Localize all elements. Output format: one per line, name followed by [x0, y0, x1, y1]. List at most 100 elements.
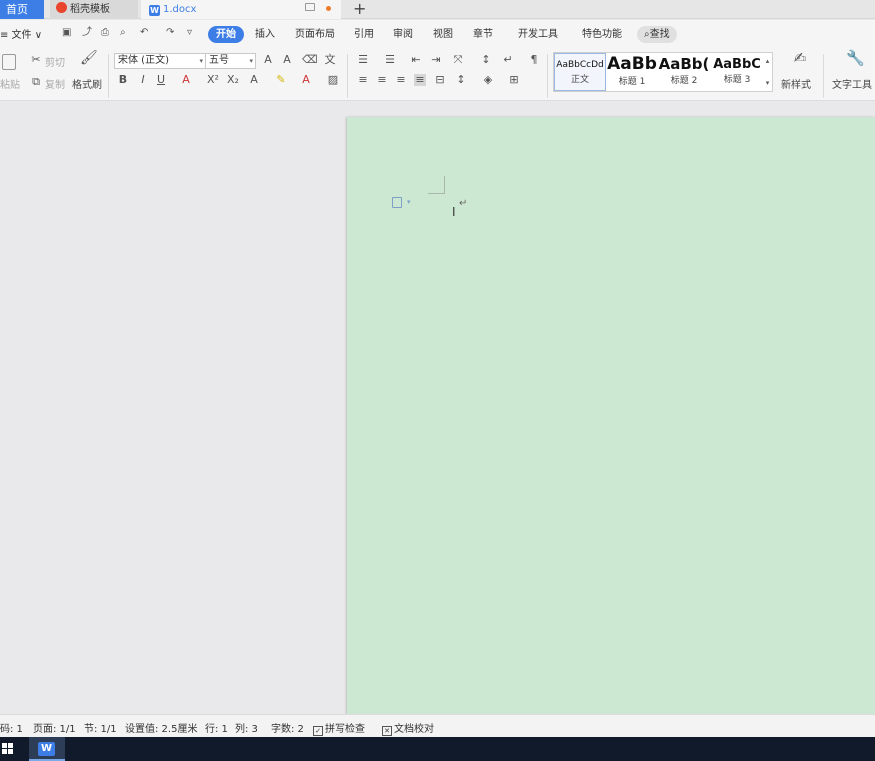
style-heading-1[interactable]: AaBb 标题 1 [607, 53, 657, 91]
text-tools-button[interactable]: 文字工具 [832, 76, 872, 91]
redo-icon[interactable]: ↷ [166, 27, 177, 38]
menu-features[interactable]: 特色功能 [582, 26, 622, 43]
align-left-icon[interactable]: ≡ [357, 74, 369, 86]
menu-page-layout[interactable]: 页面布局 [295, 26, 335, 43]
export-icon[interactable]: ⤴ [82, 27, 93, 38]
format-painter-button[interactable]: 格式刷 [72, 76, 102, 91]
strikethrough-icon[interactable]: A [180, 74, 192, 86]
show-marks-icon[interactable]: ¶ [528, 54, 540, 66]
menu-home[interactable]: 开始 [208, 26, 244, 43]
gallery-scroll-up-icon[interactable]: ▴ [763, 55, 772, 67]
os-taskbar: W [0, 737, 875, 761]
format-painter-icon: 🖌 [80, 50, 98, 66]
line-break-icon[interactable]: ↵ [502, 54, 514, 66]
italic-button[interactable]: I [137, 74, 149, 86]
shading-icon[interactable]: ◈ [482, 74, 494, 86]
ribbon-divider [347, 54, 348, 98]
new-style-icon: ✍ [793, 49, 807, 67]
increase-indent-icon[interactable]: ⇥ [430, 54, 442, 66]
margin-corner-mark [428, 193, 445, 194]
taskbar-wps-app[interactable]: W [29, 737, 65, 761]
underline-button[interactable]: U [155, 74, 167, 86]
sort-icon[interactable]: ↕ [480, 54, 492, 66]
align-right-icon[interactable]: ≡ [395, 74, 407, 86]
paste-button[interactable]: 粘贴 [0, 76, 20, 91]
decrease-indent-icon[interactable]: ⇤ [410, 54, 422, 66]
style-heading-3[interactable]: AaBbC 标题 3 [711, 53, 763, 91]
menu-section[interactable]: 章节 [473, 26, 493, 43]
style-normal[interactable]: AaBbCcDd 正文 [554, 53, 606, 91]
tab-templates-label: 稻壳模板 [70, 4, 110, 15]
search-button[interactable]: ⌕查找 [637, 26, 677, 43]
clear-format-icon[interactable]: ⌫ [302, 54, 318, 66]
wps-writer-icon: W [38, 742, 55, 756]
ribbon-divider [823, 54, 824, 98]
tab-templates[interactable]: 稻壳模板 [50, 0, 138, 19]
superscript-icon[interactable]: X² [207, 74, 219, 86]
font-name-value: 宋体 (正文) [118, 55, 169, 66]
text-cursor-icon: I [452, 205, 456, 219]
tab-home[interactable]: 首页 [0, 0, 44, 19]
paste-icon[interactable] [2, 54, 16, 70]
doc-check-icon: ✕ [382, 726, 392, 736]
copy-button[interactable]: 复制 [45, 76, 65, 91]
shrink-font-icon[interactable]: A [281, 54, 293, 66]
gallery-scroll-down-icon[interactable]: ▾ [763, 77, 772, 89]
status-page-number: 码: 1 [0, 724, 23, 735]
text-direction-icon[interactable]: ⤧ [452, 54, 464, 66]
file-menu[interactable]: ≡ 文件 ∨ [0, 26, 42, 41]
style-heading-2[interactable]: AaBb( 标题 2 [658, 53, 710, 91]
menu-developer[interactable]: 开发工具 [518, 26, 558, 43]
new-tab-button[interactable]: + [353, 0, 366, 18]
docer-icon [56, 2, 67, 13]
grow-font-icon[interactable]: A [262, 54, 274, 66]
menu-insert[interactable]: 插入 [255, 26, 275, 43]
menu-references[interactable]: 引用 [354, 26, 374, 43]
style-sample: AaBb [607, 54, 657, 74]
status-pages: 页面: 1/1 [33, 724, 76, 735]
highlight-icon[interactable]: ✎ [275, 74, 287, 86]
line-spacing-icon[interactable]: ↕ [455, 74, 467, 86]
writer-doc-icon: W [149, 5, 160, 16]
doc-check-button[interactable]: ✕ 文档校对 [382, 720, 434, 736]
menu-row: ≡ 文件 ∨ ▣ ⤴ ⎙ ⌕ ↶ ↷ ▿ 开始 插入 页面布局 引用 审阅 视图… [0, 20, 875, 48]
distribute-icon[interactable]: ⊟ [434, 74, 446, 86]
numbered-list-icon[interactable]: ☰ [384, 54, 396, 66]
borders-icon[interactable]: ⊞ [508, 74, 520, 86]
menu-view[interactable]: 视图 [433, 26, 453, 43]
ribbon: 粘贴 ✂ 剪切 ⧉ 复制 🖌 格式刷 宋体 (正文) ▾ 五号 ▾ A A ⌫ 文 … [0, 48, 875, 101]
monitor-icon[interactable] [305, 3, 315, 11]
text-effect-icon[interactable]: A [248, 74, 260, 86]
ribbon-divider [108, 54, 109, 98]
print-icon[interactable]: ⎙ [101, 27, 112, 38]
font-name-select[interactable]: 宋体 (正文) ▾ [114, 53, 206, 69]
bullet-list-icon[interactable]: ☰ [357, 54, 369, 66]
font-size-select[interactable]: 五号 ▾ [205, 53, 256, 69]
subscript-icon[interactable]: X₂ [227, 74, 239, 86]
align-center-icon[interactable]: ≡ [376, 74, 388, 86]
phonetic-icon[interactable]: 文 [324, 54, 336, 66]
print-preview-icon[interactable]: ⌕ [120, 27, 131, 38]
undo-icon[interactable]: ↶ [140, 27, 151, 38]
status-setting[interactable]: 设置值: 2.5厘米 [125, 720, 197, 735]
justify-icon[interactable]: ≡ [414, 74, 426, 86]
doc-check-label: 文档校对 [394, 724, 434, 735]
status-word-count[interactable]: 字数: 2 [271, 720, 304, 735]
bold-button[interactable]: B [117, 74, 129, 86]
document-page[interactable] [347, 117, 875, 717]
cut-button[interactable]: 剪切 [45, 54, 65, 69]
char-border-icon[interactable]: ▨ [327, 74, 339, 86]
menu-review[interactable]: 审阅 [393, 26, 413, 43]
copy-icon: ⧉ [32, 75, 40, 88]
search-label: 查找 [649, 29, 670, 40]
spell-check-button[interactable]: ✓ 拼写检查 [313, 720, 365, 736]
status-row: 行: 1 [205, 724, 228, 735]
save-icon[interactable]: ▣ [62, 27, 73, 38]
font-color-icon[interactable]: A [300, 74, 312, 86]
new-style-button[interactable]: 新样式 [781, 76, 811, 91]
page-options-icon[interactable] [392, 197, 402, 208]
customize-icon[interactable]: ▿ [187, 27, 198, 38]
windows-start-icon[interactable] [2, 743, 13, 754]
spell-check-label: 拼写检查 [325, 724, 365, 735]
style-sample: AaBb( [658, 55, 710, 73]
